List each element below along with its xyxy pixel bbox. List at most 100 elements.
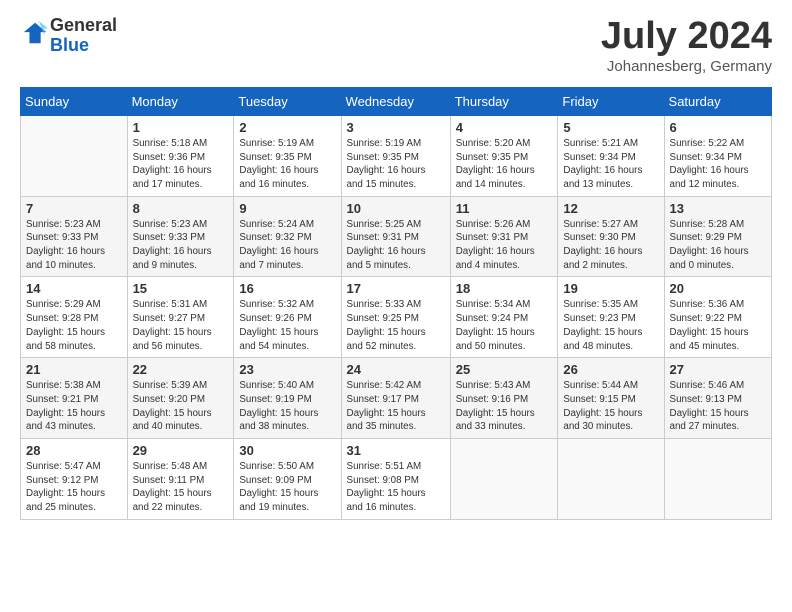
col-header-thursday: Thursday	[450, 87, 558, 115]
calendar-cell	[664, 439, 771, 520]
day-info: Sunrise: 5:21 AM Sunset: 9:34 PM Dayligh…	[563, 137, 658, 192]
calendar-cell: 22Sunrise: 5:39 AM Sunset: 9:20 PM Dayli…	[127, 358, 234, 439]
day-info: Sunrise: 5:51 AM Sunset: 9:08 PM Dayligh…	[347, 460, 445, 515]
calendar-cell: 16Sunrise: 5:32 AM Sunset: 9:26 PM Dayli…	[234, 277, 341, 358]
month-title: July 2024	[601, 16, 772, 58]
day-info: Sunrise: 5:48 AM Sunset: 9:11 PM Dayligh…	[133, 460, 229, 515]
day-number: 23	[239, 362, 335, 377]
day-info: Sunrise: 5:38 AM Sunset: 9:21 PM Dayligh…	[26, 379, 122, 434]
day-info: Sunrise: 5:47 AM Sunset: 9:12 PM Dayligh…	[26, 460, 122, 515]
day-number: 13	[670, 201, 766, 216]
day-info: Sunrise: 5:35 AM Sunset: 9:23 PM Dayligh…	[563, 298, 658, 353]
day-number: 28	[26, 443, 122, 458]
logo-blue-text: Blue	[50, 35, 89, 55]
day-number: 10	[347, 201, 445, 216]
day-number: 12	[563, 201, 658, 216]
calendar-cell: 14 Sunrise: 5:29 AM Sunset: 9:28 PM Dayli…	[21, 277, 128, 358]
calendar-cell: 13 Sunrise: 5:28 AM Sunset: 9:29 PM Dayli…	[664, 196, 771, 277]
calendar-cell: 12 Sunrise: 5:27 AM Sunset: 9:30 PM Dayli…	[558, 196, 664, 277]
calendar-cell: 9Sunrise: 5:24 AM Sunset: 9:32 PM Daylig…	[234, 196, 341, 277]
day-number: 24	[347, 362, 445, 377]
day-info: Sunrise: 5:33 AM Sunset: 9:25 PM Dayligh…	[347, 298, 445, 353]
day-number: 30	[239, 443, 335, 458]
calendar-week-row: 7Sunrise: 5:23 AM Sunset: 9:33 PM Daylig…	[21, 196, 772, 277]
col-header-sunday: Sunday	[21, 87, 128, 115]
logo-general-text: General	[50, 15, 117, 35]
day-info: Sunrise: 5:46 AM Sunset: 9:13 PM Dayligh…	[670, 379, 766, 434]
day-number: 14	[26, 281, 122, 296]
calendar-cell	[558, 439, 664, 520]
calendar-cell: 21Sunrise: 5:38 AM Sunset: 9:21 PM Dayli…	[21, 358, 128, 439]
col-header-saturday: Saturday	[664, 87, 771, 115]
calendar-cell: 2Sunrise: 5:19 AM Sunset: 9:35 PM Daylig…	[234, 115, 341, 196]
day-info: Sunrise: 5:43 AM Sunset: 9:16 PM Dayligh…	[456, 379, 553, 434]
col-header-friday: Friday	[558, 87, 664, 115]
calendar-cell: 19 Sunrise: 5:35 AM Sunset: 9:23 PM Dayli…	[558, 277, 664, 358]
day-number: 29	[133, 443, 229, 458]
col-header-monday: Monday	[127, 87, 234, 115]
calendar-cell: 28 Sunrise: 5:47 AM Sunset: 9:12 PM Dayli…	[21, 439, 128, 520]
day-info: Sunrise: 5:25 AM Sunset: 9:31 PM Dayligh…	[347, 218, 445, 273]
day-number: 2	[239, 120, 335, 135]
day-number: 3	[347, 120, 445, 135]
calendar-cell: 17 Sunrise: 5:33 AM Sunset: 9:25 PM Dayli…	[341, 277, 450, 358]
day-info: Sunrise: 5:19 AM Sunset: 9:35 PM Dayligh…	[347, 137, 445, 192]
day-info: Sunrise: 5:27 AM Sunset: 9:30 PM Dayligh…	[563, 218, 658, 273]
day-info: Sunrise: 5:34 AM Sunset: 9:24 PM Dayligh…	[456, 298, 553, 353]
calendar-cell: 20 Sunrise: 5:36 AM Sunset: 9:22 PM Dayli…	[664, 277, 771, 358]
calendar-cell: 26 Sunrise: 5:44 AM Sunset: 9:15 PM Dayli…	[558, 358, 664, 439]
day-info: Sunrise: 5:50 AM Sunset: 9:09 PM Dayligh…	[239, 460, 335, 515]
calendar-cell: 29 Sunrise: 5:48 AM Sunset: 9:11 PM Dayli…	[127, 439, 234, 520]
location: Johannesberg, Germany	[601, 58, 772, 75]
calendar-cell: 30 Sunrise: 5:50 AM Sunset: 9:09 PM Dayli…	[234, 439, 341, 520]
day-info: Sunrise: 5:18 AM Sunset: 9:36 PM Dayligh…	[133, 137, 229, 192]
day-number: 19	[563, 281, 658, 296]
day-number: 17	[347, 281, 445, 296]
calendar-cell	[21, 115, 128, 196]
calendar-cell	[450, 439, 558, 520]
day-number: 4	[456, 120, 553, 135]
calendar-cell: 1Sunrise: 5:18 AM Sunset: 9:36 PM Daylig…	[127, 115, 234, 196]
day-info: Sunrise: 5:40 AM Sunset: 9:19 PM Dayligh…	[239, 379, 335, 434]
day-number: 26	[563, 362, 658, 377]
calendar-cell: 27 Sunrise: 5:46 AM Sunset: 9:13 PM Dayli…	[664, 358, 771, 439]
day-info: Sunrise: 5:44 AM Sunset: 9:15 PM Dayligh…	[563, 379, 658, 434]
calendar-cell: 4 Sunrise: 5:20 AM Sunset: 9:35 PM Daylig…	[450, 115, 558, 196]
page: General Blue July 2024 Johannesberg, Ger…	[0, 0, 792, 612]
day-info: Sunrise: 5:32 AM Sunset: 9:26 PM Dayligh…	[239, 298, 335, 353]
calendar-cell: 18 Sunrise: 5:34 AM Sunset: 9:24 PM Dayli…	[450, 277, 558, 358]
day-info: Sunrise: 5:36 AM Sunset: 9:22 PM Dayligh…	[670, 298, 766, 353]
day-number: 31	[347, 443, 445, 458]
calendar-cell: 5 Sunrise: 5:21 AM Sunset: 9:34 PM Daylig…	[558, 115, 664, 196]
calendar-cell: 7Sunrise: 5:23 AM Sunset: 9:33 PM Daylig…	[21, 196, 128, 277]
calendar-week-row: 28 Sunrise: 5:47 AM Sunset: 9:12 PM Dayli…	[21, 439, 772, 520]
calendar-cell: 31 Sunrise: 5:51 AM Sunset: 9:08 PM Dayli…	[341, 439, 450, 520]
day-info: Sunrise: 5:22 AM Sunset: 9:34 PM Dayligh…	[670, 137, 766, 192]
day-number: 20	[670, 281, 766, 296]
calendar-cell: 11 Sunrise: 5:26 AM Sunset: 9:31 PM Dayli…	[450, 196, 558, 277]
day-info: Sunrise: 5:28 AM Sunset: 9:29 PM Dayligh…	[670, 218, 766, 273]
day-info: Sunrise: 5:42 AM Sunset: 9:17 PM Dayligh…	[347, 379, 445, 434]
day-info: Sunrise: 5:29 AM Sunset: 9:28 PM Dayligh…	[26, 298, 122, 353]
calendar-cell: 3 Sunrise: 5:19 AM Sunset: 9:35 PM Daylig…	[341, 115, 450, 196]
day-info: Sunrise: 5:26 AM Sunset: 9:31 PM Dayligh…	[456, 218, 553, 273]
day-number: 6	[670, 120, 766, 135]
day-number: 27	[670, 362, 766, 377]
calendar-cell: 8Sunrise: 5:23 AM Sunset: 9:33 PM Daylig…	[127, 196, 234, 277]
calendar-week-row: 14 Sunrise: 5:29 AM Sunset: 9:28 PM Dayli…	[21, 277, 772, 358]
logo-icon	[22, 19, 50, 47]
day-info: Sunrise: 5:31 AM Sunset: 9:27 PM Dayligh…	[133, 298, 229, 353]
day-info: Sunrise: 5:20 AM Sunset: 9:35 PM Dayligh…	[456, 137, 553, 192]
title-block: July 2024 Johannesberg, Germany	[601, 16, 772, 75]
day-info: Sunrise: 5:39 AM Sunset: 9:20 PM Dayligh…	[133, 379, 229, 434]
calendar-table: SundayMondayTuesdayWednesdayThursdayFrid…	[20, 87, 772, 520]
col-header-wednesday: Wednesday	[341, 87, 450, 115]
day-number: 18	[456, 281, 553, 296]
day-number: 11	[456, 201, 553, 216]
day-info: Sunrise: 5:24 AM Sunset: 9:32 PM Dayligh…	[239, 218, 335, 273]
header: General Blue July 2024 Johannesberg, Ger…	[20, 16, 772, 75]
calendar-cell: 24 Sunrise: 5:42 AM Sunset: 9:17 PM Dayli…	[341, 358, 450, 439]
day-number: 15	[133, 281, 229, 296]
calendar-cell: 25Sunrise: 5:43 AM Sunset: 9:16 PM Dayli…	[450, 358, 558, 439]
day-number: 5	[563, 120, 658, 135]
